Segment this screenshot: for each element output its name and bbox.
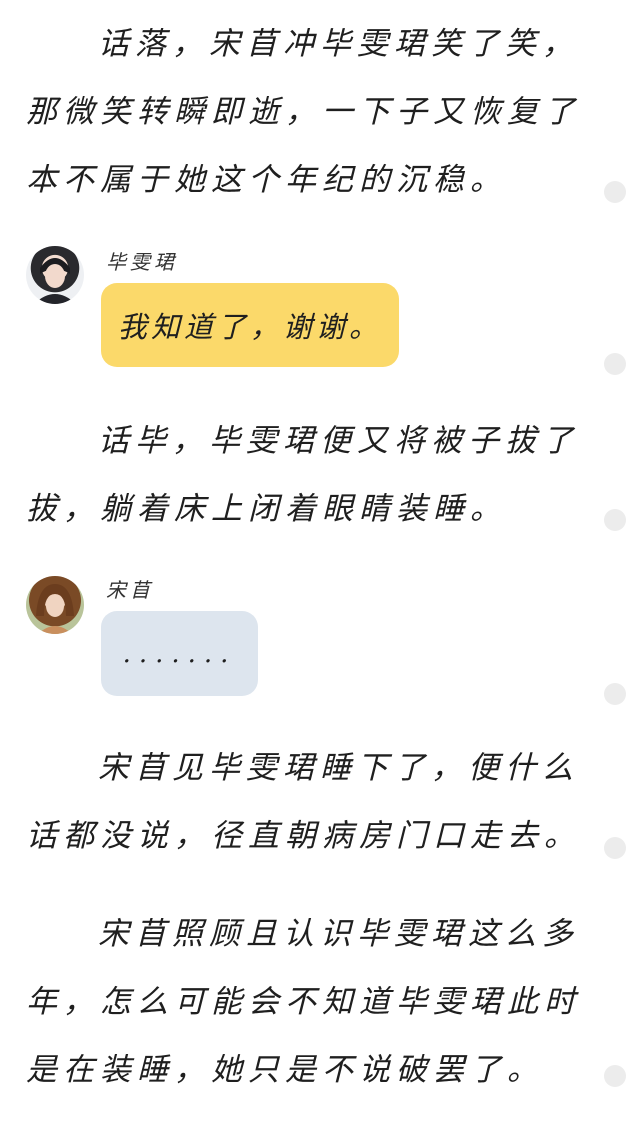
message-text: 我知道了，谢谢。	[117, 310, 382, 344]
story-paragraph-4: 宋苜照顾且认识毕雯珺这么多年，怎么可能会不知道毕雯珺此时是在装睡，她只是不说破罢…	[26, 916, 581, 1088]
page-indicator-dot[interactable]	[604, 181, 626, 203]
message-bubble[interactable]: 我知道了，谢谢。	[101, 283, 399, 367]
avatar-song-mu[interactable]	[26, 576, 84, 634]
story-paragraph-1: 话落，宋苜冲毕雯珺笑了笑，那微笑转瞬即逝，一下子又恢复了本不属于她这个年纪的沉稳…	[26, 26, 581, 198]
speaker-name: 宋苜	[106, 578, 154, 602]
speaker-name: 毕雯珺	[106, 250, 178, 274]
person-portrait-icon	[36, 584, 74, 634]
page-indicator-dot[interactable]	[604, 837, 626, 859]
person-portrait-icon	[34, 258, 76, 304]
page-indicator-dot[interactable]	[604, 509, 626, 531]
message-bubble[interactable]: .......	[101, 611, 258, 696]
page-indicator-dot[interactable]	[604, 1065, 626, 1087]
page-indicator-dot[interactable]	[604, 683, 626, 705]
page-indicator-dot[interactable]	[604, 353, 626, 375]
avatar-bi-wenjun[interactable]	[26, 246, 84, 304]
message-text: .......	[122, 638, 237, 669]
story-paragraph-3: 宋苜见毕雯珺睡下了，便什么话都没说，径直朝病房门口走去。	[26, 750, 581, 854]
story-paragraph-2: 话毕，毕雯珺便又将被子拔了拔，躺着床上闭着眼睛装睡。	[26, 423, 579, 527]
